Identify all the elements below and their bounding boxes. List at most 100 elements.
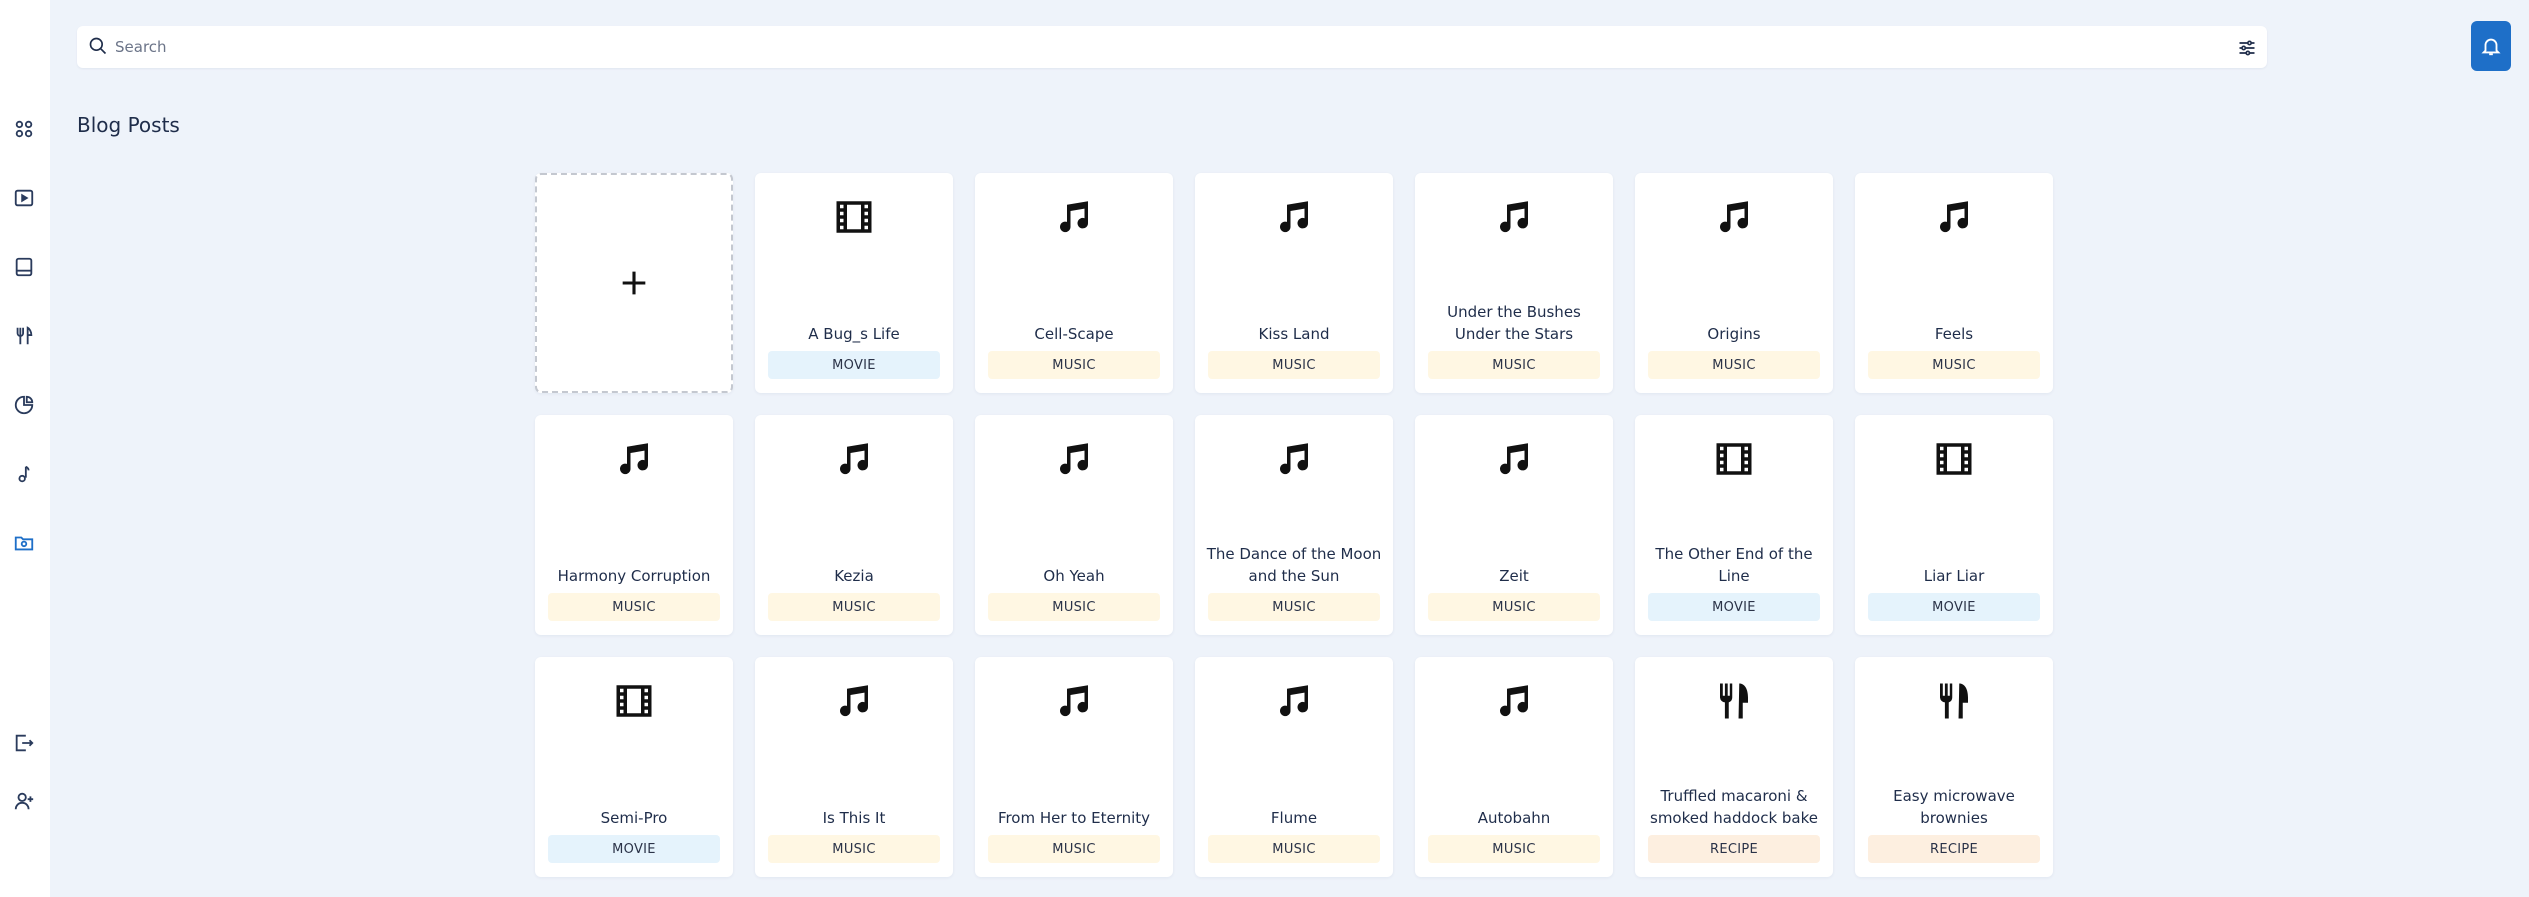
category-badge: MUSIC [988,835,1160,863]
post-card[interactable]: Liar Liar MOVIE [1855,415,2053,635]
post-card[interactable]: Feels MUSIC [1855,173,2053,393]
category-badge: MUSIC [1208,351,1380,379]
music-icon [1492,437,1536,481]
category-badge: MUSIC [1428,351,1600,379]
video-icon[interactable] [12,186,36,210]
film-icon [1932,437,1976,481]
category-badge: MUSIC [988,351,1160,379]
post-title: The Dance of the Moon and the Sun [1206,545,1382,585]
music-note-icon[interactable] [12,462,36,486]
post-title: Kezia [834,567,874,585]
filter-sliders-icon[interactable] [2237,38,2257,58]
music-icon [1272,195,1316,239]
add-post-button[interactable] [535,173,733,393]
logout-icon[interactable] [12,731,36,755]
folder-icon[interactable] [12,531,36,555]
category-badge: MUSIC [1868,351,2040,379]
post-title: Semi-Pro [600,809,668,827]
post-title: Feels [1934,325,1974,343]
music-icon [1052,195,1096,239]
post-card[interactable]: Is This It MUSIC [755,657,953,877]
post-card[interactable]: Truffled macaroni & smoked haddock bake … [1635,657,1833,877]
category-badge: MUSIC [548,593,720,621]
post-card[interactable]: Zeit MUSIC [1415,415,1613,635]
category-badge: MOVIE [548,835,720,863]
category-badge: MOVIE [1648,593,1820,621]
utensils-icon[interactable] [12,324,36,348]
music-icon [832,679,876,723]
post-title: Flume [1270,809,1318,827]
post-card[interactable]: The Other End of the Line MOVIE [1635,415,1833,635]
post-title: Zeit [1499,567,1529,585]
category-badge: MUSIC [768,593,940,621]
search-input[interactable] [115,34,2215,60]
post-card[interactable]: Origins MUSIC [1635,173,1833,393]
bell-icon [2481,38,2501,56]
category-badge: RECIPE [1868,835,2040,863]
post-title: Under the Bushes Under the Stars [1447,303,1581,343]
post-card[interactable]: Cell-Scape MUSIC [975,173,1173,393]
film-icon [612,679,656,723]
post-title: Liar Liar [1923,567,1985,585]
post-card[interactable]: Easy microwave brownies RECIPE [1855,657,2053,877]
category-badge: MUSIC [768,835,940,863]
search-bar [77,26,2267,68]
post-title: Harmony Corruption [557,567,711,585]
post-title: Kiss Land [1258,325,1330,343]
category-badge: MOVIE [768,351,940,379]
music-icon [1272,679,1316,723]
music-icon [1052,679,1096,723]
post-title: Easy microwave brownies [1893,787,2015,827]
post-card[interactable]: Kiss Land MUSIC [1195,173,1393,393]
post-title: A Bug_s Life [808,325,900,343]
category-badge: MUSIC [1208,835,1380,863]
post-title: Cell-Scape [1034,325,1114,343]
notification-button[interactable] [2471,21,2511,71]
plus-icon [622,271,646,295]
music-icon [1932,195,1976,239]
film-icon [832,195,876,239]
post-card[interactable]: The Dance of the Moon and the Sun MUSIC [1195,415,1393,635]
category-badge: MUSIC [988,593,1160,621]
pie-chart-icon[interactable] [12,393,36,417]
post-title: Truffled macaroni & smoked haddock bake [1650,787,1818,827]
posts-grid: A Bug_s Life MOVIE Cell-Scape MUSIC Kiss… [535,173,2053,877]
post-card[interactable]: From Her to Eternity MUSIC [975,657,1173,877]
post-title: Oh Yeah [1043,567,1105,585]
post-title: Origins [1707,325,1761,343]
utensils-icon [1712,679,1756,723]
search-icon [88,36,108,56]
post-title: The Other End of the Line [1655,545,1813,585]
film-icon [1712,437,1756,481]
book-icon[interactable] [12,255,36,279]
category-badge: RECIPE [1648,835,1820,863]
category-badge: MUSIC [1648,351,1820,379]
user-plus-icon[interactable] [12,789,36,813]
post-card[interactable]: Oh Yeah MUSIC [975,415,1173,635]
post-title: Is This It [822,809,886,827]
category-badge: MUSIC [1208,593,1380,621]
music-icon [1492,679,1536,723]
category-badge: MOVIE [1868,593,2040,621]
utensils-icon [1932,679,1976,723]
post-card[interactable]: A Bug_s Life MOVIE [755,173,953,393]
music-icon [832,437,876,481]
category-badge: MUSIC [1428,835,1600,863]
post-title: From Her to Eternity [997,809,1151,827]
post-card[interactable]: Autobahn MUSIC [1415,657,1613,877]
music-icon [612,437,656,481]
music-icon [1052,437,1096,481]
page-title: Blog Posts [77,113,180,137]
post-card[interactable]: Kezia MUSIC [755,415,953,635]
post-card[interactable]: Flume MUSIC [1195,657,1393,877]
post-card[interactable]: Harmony Corruption MUSIC [535,415,733,635]
post-card[interactable]: Semi-Pro MOVIE [535,657,733,877]
grid-icon[interactable] [12,117,36,141]
post-card[interactable]: Under the Bushes Under the Stars MUSIC [1415,173,1613,393]
music-icon [1712,195,1756,239]
category-badge: MUSIC [1428,593,1600,621]
post-title: Autobahn [1477,809,1551,827]
music-icon [1272,437,1316,481]
music-icon [1492,195,1536,239]
sidebar [0,0,50,897]
